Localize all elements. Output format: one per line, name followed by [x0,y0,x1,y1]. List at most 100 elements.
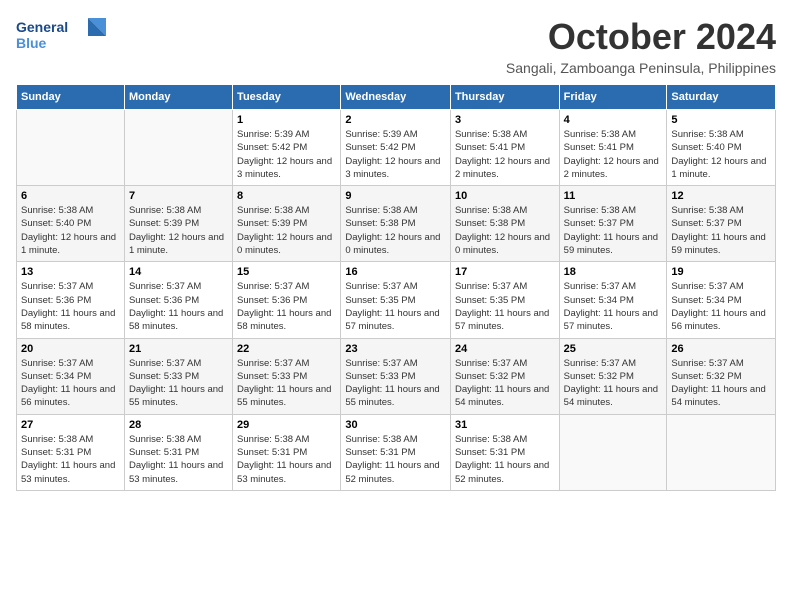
calendar-cell: 1Sunrise: 5:39 AMSunset: 5:42 PMDaylight… [233,110,341,186]
calendar-cell: 2 Sunrise: 5:39 AMSunset: 5:42 PMDaylight… [341,110,451,186]
calendar-cell: 7 Sunrise: 5:38 AMSunset: 5:39 PMDaylight… [124,186,232,262]
day-number: 5 [671,114,771,126]
calendar-cell: 4 Sunrise: 5:38 AMSunset: 5:41 PMDaylight… [559,110,667,186]
calendar-cell [17,110,125,186]
day-info: Sunrise: 5:39 AMSunset: 5:42 PMDaylight:… [237,128,336,181]
day-info: Sunrise: 5:38 AMSunset: 5:37 PMDaylight:… [671,204,771,257]
day-number: 19 [671,266,771,278]
day-info: Sunrise: 5:38 AMSunset: 5:38 PMDaylight:… [345,204,446,257]
header-cell-thursday: Thursday [450,85,559,110]
svg-text:General: General [16,19,68,35]
calendar-cell: 19 Sunrise: 5:37 AMSunset: 5:34 PMDayligh… [667,262,776,338]
day-number: 9 [345,190,446,202]
header-cell-saturday: Saturday [667,85,776,110]
calendar-cell: 23 Sunrise: 5:37 AMSunset: 5:33 PMDayligh… [341,338,451,414]
logo-svg: General Blue [16,16,106,56]
calendar-cell: 26Sunrise: 5:37 AMSunset: 5:32 PMDayligh… [667,338,776,414]
calendar-cell: 9 Sunrise: 5:38 AMSunset: 5:38 PMDaylight… [341,186,451,262]
calendar-cell: 20 Sunrise: 5:37 AMSunset: 5:34 PMDayligh… [17,338,125,414]
day-info: Sunrise: 5:37 AMSunset: 5:32 PMDaylight:… [564,357,663,410]
calendar-cell: 29Sunrise: 5:38 AMSunset: 5:31 PMDayligh… [233,414,341,490]
header-cell-wednesday: Wednesday [341,85,451,110]
day-number: 14 [129,266,228,278]
day-number: 15 [237,266,336,278]
logo: General Blue [16,16,106,56]
day-info: Sunrise: 5:37 AMSunset: 5:36 PMDaylight:… [237,280,336,333]
calendar-cell: 15 Sunrise: 5:37 AMSunset: 5:36 PMDayligh… [233,262,341,338]
calendar-cell: 16Sunrise: 5:37 AMSunset: 5:35 PMDayligh… [341,262,451,338]
header-cell-friday: Friday [559,85,667,110]
month-title: October 2024 [506,16,776,58]
calendar-cell: 8Sunrise: 5:38 AMSunset: 5:39 PMDaylight… [233,186,341,262]
day-number: 6 [21,190,120,202]
day-number: 17 [455,266,555,278]
calendar-cell: 22 Sunrise: 5:37 AMSunset: 5:33 PMDayligh… [233,338,341,414]
calendar-cell: 5Sunrise: 5:38 AMSunset: 5:40 PMDaylight… [667,110,776,186]
day-info: Sunrise: 5:38 AMSunset: 5:41 PMDaylight:… [564,128,663,181]
calendar-cell: 21 Sunrise: 5:37 AMSunset: 5:33 PMDayligh… [124,338,232,414]
day-number: 28 [129,419,228,431]
calendar-cell: 6 Sunrise: 5:38 AMSunset: 5:40 PMDaylight… [17,186,125,262]
day-number: 10 [455,190,555,202]
calendar-cell: 31 Sunrise: 5:38 AMSunset: 5:31 PMDayligh… [450,414,559,490]
calendar-body: 1Sunrise: 5:39 AMSunset: 5:42 PMDaylight… [17,110,776,491]
header-cell-monday: Monday [124,85,232,110]
day-number: 18 [564,266,663,278]
day-info: Sunrise: 5:38 AMSunset: 5:31 PMDaylight:… [345,433,446,486]
day-info: Sunrise: 5:37 AMSunset: 5:36 PMDaylight:… [21,280,120,333]
calendar-header: SundayMondayTuesdayWednesdayThursdayFrid… [17,85,776,110]
calendar-cell: 17 Sunrise: 5:37 AMSunset: 5:35 PMDayligh… [450,262,559,338]
page-header: General Blue October 2024 Sangali, Zambo… [16,16,776,76]
day-info: Sunrise: 5:37 AMSunset: 5:35 PMDaylight:… [455,280,555,333]
calendar-cell: 24 Sunrise: 5:37 AMSunset: 5:32 PMDayligh… [450,338,559,414]
day-number: 22 [237,343,336,355]
calendar-cell: 3 Sunrise: 5:38 AMSunset: 5:41 PMDaylight… [450,110,559,186]
calendar-cell [124,110,232,186]
day-number: 4 [564,114,663,126]
day-info: Sunrise: 5:38 AMSunset: 5:31 PMDaylight:… [129,433,228,486]
day-info: Sunrise: 5:38 AMSunset: 5:31 PMDaylight:… [21,433,120,486]
day-info: Sunrise: 5:37 AMSunset: 5:33 PMDaylight:… [129,357,228,410]
day-info: Sunrise: 5:38 AMSunset: 5:37 PMDaylight:… [564,204,663,257]
calendar-cell: 27 Sunrise: 5:38 AMSunset: 5:31 PMDayligh… [17,414,125,490]
day-info: Sunrise: 5:37 AMSunset: 5:33 PMDaylight:… [345,357,446,410]
header-cell-tuesday: Tuesday [233,85,341,110]
day-number: 3 [455,114,555,126]
day-number: 24 [455,343,555,355]
day-number: 23 [345,343,446,355]
calendar-table: SundayMondayTuesdayWednesdayThursdayFrid… [16,84,776,491]
day-info: Sunrise: 5:37 AMSunset: 5:34 PMDaylight:… [671,280,771,333]
day-info: Sunrise: 5:37 AMSunset: 5:35 PMDaylight:… [345,280,446,333]
day-info: Sunrise: 5:38 AMSunset: 5:31 PMDaylight:… [455,433,555,486]
day-info: Sunrise: 5:39 AMSunset: 5:42 PMDaylight:… [345,128,446,181]
subtitle: Sangali, Zamboanga Peninsula, Philippine… [506,60,776,76]
calendar-week-5: 27 Sunrise: 5:38 AMSunset: 5:31 PMDayligh… [17,414,776,490]
day-info: Sunrise: 5:38 AMSunset: 5:40 PMDaylight:… [21,204,120,257]
day-number: 13 [21,266,120,278]
day-number: 27 [21,419,120,431]
day-info: Sunrise: 5:37 AMSunset: 5:34 PMDaylight:… [564,280,663,333]
day-info: Sunrise: 5:37 AMSunset: 5:33 PMDaylight:… [237,357,336,410]
day-number: 20 [21,343,120,355]
day-number: 7 [129,190,228,202]
calendar-cell: 25Sunrise: 5:37 AMSunset: 5:32 PMDayligh… [559,338,667,414]
day-info: Sunrise: 5:37 AMSunset: 5:34 PMDaylight:… [21,357,120,410]
calendar-cell: 11 Sunrise: 5:38 AMSunset: 5:37 PMDayligh… [559,186,667,262]
calendar-week-3: 13 Sunrise: 5:37 AMSunset: 5:36 PMDayligh… [17,262,776,338]
day-number: 31 [455,419,555,431]
calendar-cell: 18 Sunrise: 5:37 AMSunset: 5:34 PMDayligh… [559,262,667,338]
calendar-cell [667,414,776,490]
day-info: Sunrise: 5:38 AMSunset: 5:39 PMDaylight:… [129,204,228,257]
day-info: Sunrise: 5:38 AMSunset: 5:41 PMDaylight:… [455,128,555,181]
day-number: 2 [345,114,446,126]
day-info: Sunrise: 5:37 AMSunset: 5:32 PMDaylight:… [455,357,555,410]
title-area: October 2024 Sangali, Zamboanga Peninsul… [506,16,776,76]
day-number: 21 [129,343,228,355]
day-number: 12 [671,190,771,202]
day-number: 11 [564,190,663,202]
day-number: 8 [237,190,336,202]
header-row: SundayMondayTuesdayWednesdayThursdayFrid… [17,85,776,110]
day-info: Sunrise: 5:37 AMSunset: 5:36 PMDaylight:… [129,280,228,333]
calendar-week-4: 20 Sunrise: 5:37 AMSunset: 5:34 PMDayligh… [17,338,776,414]
day-number: 26 [671,343,771,355]
